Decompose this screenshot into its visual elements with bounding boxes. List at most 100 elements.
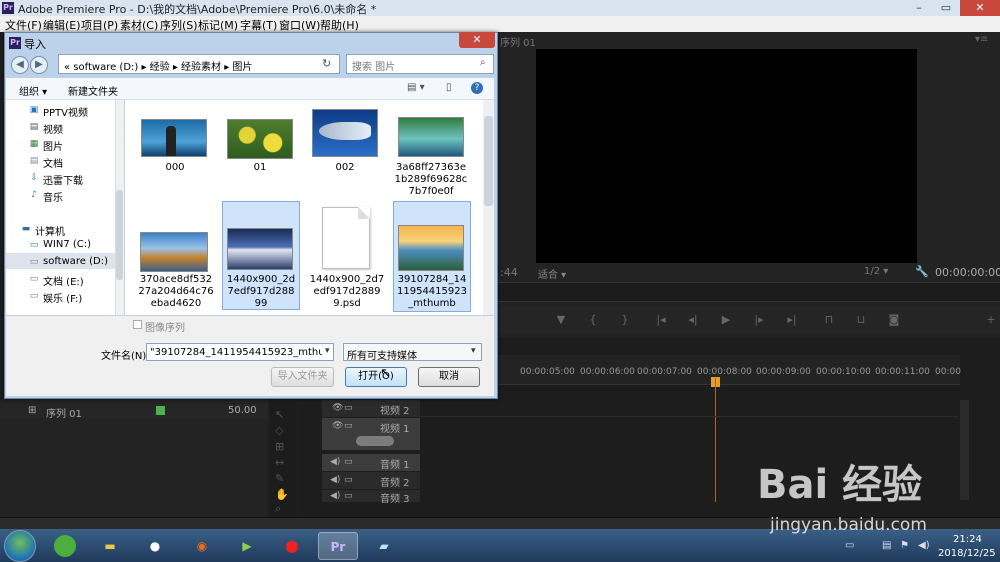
open-button[interactable]: 打开(O) [345,367,407,387]
import-folder-button[interactable]: 导入文件夹 [271,367,334,387]
slip-tool-icon[interactable]: ↔ [275,456,284,469]
nav-item-drive-d[interactable]: software (D:) [43,256,108,267]
step-back-icon[interactable]: ◂| [684,313,702,326]
panel-menu-icon[interactable]: ▾≡ [975,34,988,45]
volume-icon[interactable]: ◀) [918,540,930,551]
film-icon: ▭ [344,475,353,485]
keyframe-bar[interactable] [356,436,394,446]
firefox-icon[interactable]: ◉ [182,532,222,560]
menu-sequence[interactable]: 序列(S) [160,17,198,33]
menu-title[interactable]: 字幕(T) [240,17,277,33]
camtasia-icon[interactable]: ▶ [227,532,267,560]
new-folder-button[interactable]: 新建文件夹 [68,83,118,98]
chevron-down-icon[interactable]: ▾ [325,346,330,356]
nav-item-drive-f[interactable]: 娱乐 (F:) [43,290,82,305]
nav-item-music[interactable]: 音乐 [43,189,63,204]
flag-icon[interactable]: ⚑ [900,540,909,551]
timeline-scrollbar[interactable] [960,400,969,500]
battery-icon[interactable]: ▭ [845,540,854,551]
pen-tool-icon[interactable]: ✎ [275,472,284,485]
minimize-icon[interactable]: – [906,0,932,16]
menu-marker[interactable]: 标记(M) [198,17,238,33]
menu-project[interactable]: 项目(P) [81,17,118,33]
play-icon[interactable]: ▶ [717,313,735,326]
clock-date[interactable]: 2018/12/25 [938,548,996,559]
maximize-icon[interactable]: ▭ [933,0,959,16]
mark-in-icon[interactable]: { [584,313,602,326]
file-name: 000 [165,162,185,173]
organize-button[interactable]: 组织 ▾ [19,83,47,98]
browser-360-icon[interactable] [45,532,85,560]
premiere-taskbar-icon[interactable]: Pr [318,532,358,560]
chevron-down-icon[interactable]: ▾ [471,346,476,356]
help-icon[interactable]: ? [471,82,483,94]
nav-item-drive-c[interactable]: WIN7 (C:) [43,239,91,250]
mark-out-icon[interactable]: } [616,313,634,326]
extract-icon[interactable]: ⊔ [852,313,870,326]
documents-library-icon: ▤ [29,156,39,166]
button-editor-icon[interactable]: + [982,313,1000,326]
refresh-icon[interactable]: ↻ [322,57,331,70]
track-header-video-2[interactable]: 👁 ▭ 视频 2 [322,400,420,417]
speaker-icon[interactable]: ◀) [330,457,340,467]
back-arrow-icon[interactable]: ◀ [11,56,29,74]
go-to-in-icon[interactable]: |◂ [652,313,670,326]
forward-arrow-icon[interactable]: ▶ [30,56,48,74]
search-icon[interactable]: ⌕ [480,57,486,68]
nav-item-drive-e[interactable]: 文档 (E:) [43,273,84,288]
track-header-audio-2[interactable]: ◀) ▭ 音频 2 [322,472,420,489]
nav-item-documents[interactable]: 文档 [43,155,63,170]
notepad-icon[interactable]: ▰ [364,532,404,560]
monitor-scrub-bar[interactable] [498,282,1000,302]
menu-clip[interactable]: 素材(C) [120,17,158,33]
preview-pane-icon[interactable]: ▯ [446,82,452,93]
add-marker-icon[interactable]: ▼ [552,313,570,326]
go-to-out-icon[interactable]: ▸| [783,313,801,326]
program-monitor-tab[interactable]: 序列 01 [500,34,536,49]
menu-edit[interactable]: 编辑(E) [43,17,81,33]
file-scroll-thumb[interactable] [484,116,493,206]
network-icon[interactable]: ▤ [882,540,891,551]
export-frame-icon[interactable]: ◙ [885,313,903,326]
nav-item-videos[interactable]: 视频 [43,121,63,136]
menu-help[interactable]: 帮助(H) [320,17,359,33]
nav-item-thunder[interactable]: 迅雷下载 [43,172,83,187]
label-color-swatch [156,406,165,415]
recorder-icon[interactable]: ⬤ [272,532,312,560]
select-tool-icon[interactable]: ↖ [275,408,284,421]
eye-icon[interactable]: 👁 [332,421,343,431]
qq-icon[interactable]: ● [135,532,175,560]
fish-shape [319,122,371,140]
dialog-close-icon[interactable]: ✕ [459,32,495,48]
menu-file[interactable]: 文件(F) [5,17,42,33]
track-header-audio-1[interactable]: ◀) ▭ 音频 1 [322,454,420,471]
step-forward-icon[interactable]: |▸ [750,313,768,326]
cancel-button[interactable]: 取消 [418,367,480,387]
image-sequence-checkbox[interactable] [133,320,142,329]
nav-item-pictures[interactable]: 图片 [43,138,63,153]
nav-item-computer[interactable]: 计算机 [35,223,65,238]
menu-window[interactable]: 窗口(W) [279,17,320,33]
ripple-tool-icon[interactable]: ⊞ [275,440,284,453]
lift-icon[interactable]: ⊓ [820,313,838,326]
resolution-select[interactable]: 1/2 ▾ [864,266,888,277]
start-button[interactable] [4,530,36,562]
nav-scroll-thumb[interactable] [116,190,123,280]
zoom-tool-icon[interactable]: ⌕ [275,502,281,516]
filename-value[interactable]: "39107284_1411954415923_mthumb" "14 [150,347,322,358]
address-path[interactable]: « software (D:) ▸ 经验 ▸ 经验素材 ▸ 图片 [64,58,252,73]
clock-time[interactable]: 21:24 [953,534,982,545]
hand-tool-icon[interactable]: ✋ [275,488,289,501]
speaker-icon[interactable]: ◀) [330,491,340,501]
ruler-label: 00:00:07:00 [637,367,692,377]
wrench-icon[interactable]: 🔧 [915,265,929,278]
nav-item-pptv[interactable]: PPTV视频 [43,104,88,119]
speaker-icon[interactable]: ◀) [330,475,340,485]
file-explorer-icon[interactable]: ▬ [90,532,130,560]
zoom-fit-select[interactable]: 适合 ▾ [538,266,566,281]
razor-tool-icon[interactable]: ◇ [275,424,283,437]
close-icon[interactable]: ✕ [960,0,1000,16]
view-options-icon[interactable]: ▤ ▾ [407,82,425,93]
track-header-audio-3[interactable]: ◀) ▭ 音频 3 [322,490,420,505]
eye-icon[interactable]: 👁 [332,403,343,413]
